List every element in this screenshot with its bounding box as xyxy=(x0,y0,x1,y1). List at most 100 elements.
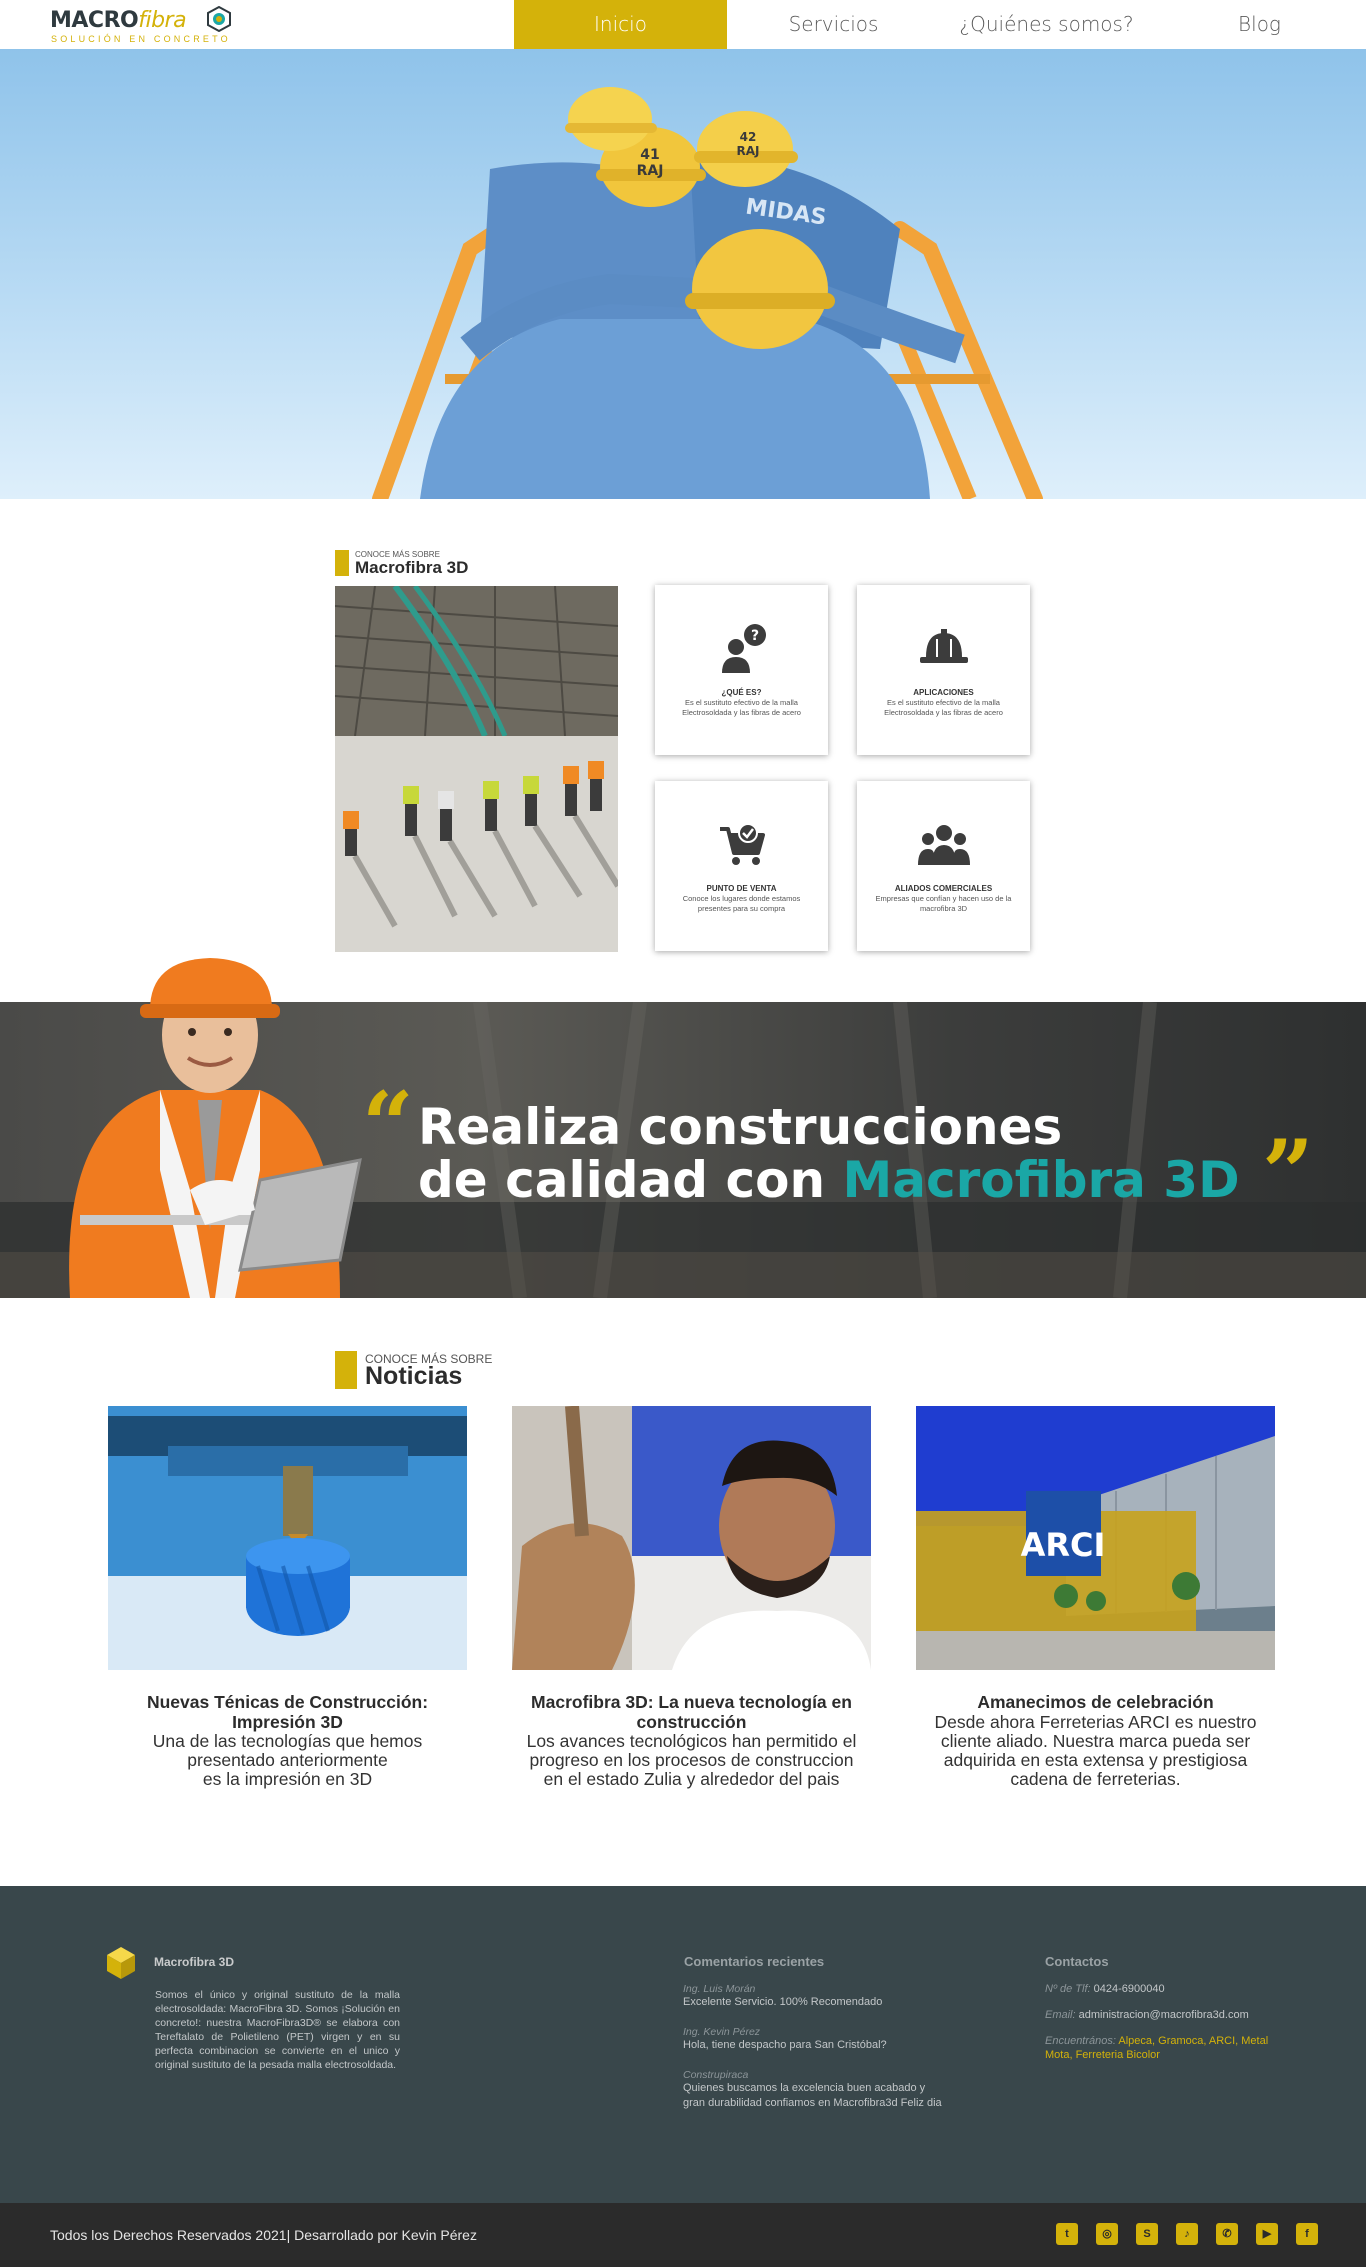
svg-text:41: 41 xyxy=(640,147,659,163)
tiktok-glyph: ♪ xyxy=(1184,2228,1190,2240)
hero-image: 41 RAJ 42 RAJ MIDAS xyxy=(0,49,1366,499)
banner-line-2: de calidad con Macrofibra 3D xyxy=(418,1154,1240,1207)
comment-author: Construpiraca xyxy=(683,2069,749,2081)
about-section-label: CONOCE MÁS SOBRE Macrofibra 3D xyxy=(335,550,535,580)
news-description: Los avances tecnológicos han permitido e… xyxy=(526,1731,857,1789)
logo-main-text: MACRO xyxy=(50,8,139,33)
footer-about-text: Somos el único y original sustituto de l… xyxy=(155,1989,400,2071)
news-image-engineer[interactable] xyxy=(512,1406,871,1670)
hard-hat-icon xyxy=(919,629,968,663)
footer-bottom-bar: Todos los Derechos Reservados 2021| Desa… xyxy=(0,2203,1366,2267)
twitter-glyph: t xyxy=(1065,2228,1069,2240)
facebook-glyph: f xyxy=(1305,2228,1309,2240)
quote-close-mark: ” xyxy=(1262,1120,1314,1226)
banner-line-2-plain: de calidad con xyxy=(418,1151,843,1209)
card-title: APLICACIONES xyxy=(913,688,974,697)
facebook-icon[interactable]: f xyxy=(1296,2223,1318,2245)
comment-text: Excelente Servicio. 100% Recomendado xyxy=(683,1996,883,2008)
shopping-cart-icon xyxy=(719,823,765,865)
find-label: Encuentrános: xyxy=(1045,2035,1116,2047)
banner-line-1: Realiza construcciones xyxy=(418,1098,1063,1156)
about-label-title: Macrofibra 3D xyxy=(355,558,469,577)
contact-phone: Nº de Tlf: 0424-6900040 xyxy=(1045,1982,1270,1996)
comment-item[interactable]: Construpiraca Quienes buscamos la excele… xyxy=(683,2069,948,2111)
email-link[interactable]: administracion@macrofibra3d.com xyxy=(1079,2009,1249,2021)
footer-brand: Macrofibra 3D xyxy=(154,1955,235,1969)
copyright-text: Todos los Derechos Reservados 2021| Desa… xyxy=(50,2227,477,2243)
banner-headline: Realiza construcciones de calidad con Ma… xyxy=(418,1101,1240,1207)
footer-contact-info: Nº de Tlf: 0424-6900040 Email: administr… xyxy=(1045,1982,1270,2074)
main-nav: Inicio Servicios ¿Quiénes somos? Blog xyxy=(514,0,1366,49)
svg-text:ARCI: ARCI xyxy=(1021,1526,1106,1564)
section-accent-bar xyxy=(335,550,349,576)
svg-text:RAJ: RAJ xyxy=(737,144,760,158)
comment-item[interactable]: Ing. Kevin Pérez Hola, tiene despacho pa… xyxy=(683,2026,948,2053)
news-description: Una de las tecnologías que hemos present… xyxy=(152,1731,423,1789)
news-image-arci-store[interactable]: ARCI xyxy=(916,1406,1275,1670)
banner-line-2-accent: Macrofibra 3D xyxy=(842,1151,1240,1209)
logo-tagline: SOLUCIÓN EN CONCRETO xyxy=(51,34,231,44)
card-punto-de-venta[interactable]: PUNTO DE VENTA Conoce los lugares donde … xyxy=(655,781,828,951)
instagram-icon[interactable]: ◎ xyxy=(1096,2223,1118,2245)
tiktok-icon[interactable]: ♪ xyxy=(1176,2223,1198,2245)
nav-inicio[interactable]: Inicio xyxy=(514,0,727,49)
question-person-icon: ? xyxy=(721,624,766,673)
nav-blog[interactable]: Blog xyxy=(1153,0,1366,49)
news-description: Desde ahora Ferreterias ARCI es nuestro … xyxy=(934,1712,1257,1789)
news-label-title: Noticias xyxy=(365,1362,463,1390)
phone-value[interactable]: 0424-6900040 xyxy=(1094,1983,1165,1995)
news-title[interactable]: Macrofibra 3D: La nueva tecnología en co… xyxy=(512,1692,871,1732)
svg-text:?: ? xyxy=(750,628,758,644)
section-accent-bar xyxy=(335,1351,357,1389)
card-aplicaciones[interactable]: APLICACIONES Es el sustituto efectivo de… xyxy=(857,585,1030,755)
youtube-glyph: ▶ xyxy=(1262,2228,1272,2240)
recent-comments-list: Ing. Luis Morán Excelente Servicio. 100%… xyxy=(683,1983,948,2127)
contact-email: Email: administracion@macrofibra3d.com xyxy=(1045,2008,1270,2022)
svg-text:RAJ: RAJ xyxy=(637,163,664,179)
card-aliados-comerciales[interactable]: ALIADOS COMERCIALES Empresas que confían… xyxy=(857,781,1030,951)
logo-cube-icon xyxy=(207,6,231,32)
site-header: MACROfibra SOLUCIÓN EN CONCRETO Inicio S… xyxy=(0,0,1366,49)
footer-contact-heading: Contactos xyxy=(1045,1954,1109,1969)
comment-text: Hola, tiene despacho para San Cristóbal? xyxy=(683,2039,887,2051)
cube-logo-icon xyxy=(107,1947,135,1979)
card-que-es[interactable]: ? ¿QUÉ ES? Es el sustituto efectivo de l… xyxy=(655,585,828,755)
comment-author: Ing. Kevin Pérez xyxy=(683,2026,761,2038)
skype-icon[interactable]: S xyxy=(1136,2223,1158,2245)
footer-comments-heading: Comentarios recientes xyxy=(684,1954,825,1969)
about-construction-photo xyxy=(335,586,618,952)
group-icon xyxy=(917,825,970,865)
comment-author: Ing. Luis Morán xyxy=(683,1983,756,1995)
news-image-3d-printing[interactable] xyxy=(108,1406,467,1670)
card-title: ALIADOS COMERCIALES xyxy=(894,884,993,893)
card-title: PUNTO DE VENTA xyxy=(706,884,777,893)
phone-label: Nº de Tlf: xyxy=(1045,1983,1091,1995)
logo-wordmark: MACROfibra xyxy=(50,8,187,33)
hero-workers-illustration: 41 RAJ 42 RAJ MIDAS xyxy=(372,87,1043,499)
nav-servicios[interactable]: Servicios xyxy=(727,0,940,49)
news-section-label: CONOCE MÁS SOBRE Noticias xyxy=(335,1351,535,1391)
card-description: Es el sustituto efectivo de la malla Ele… xyxy=(682,698,801,717)
twitter-icon[interactable]: t xyxy=(1056,2223,1078,2245)
card-description: Conoce los lugares donde estamos present… xyxy=(682,894,801,913)
news-title[interactable]: Amanecimos de celebración xyxy=(916,1692,1275,1712)
nav-quienes-somos[interactable]: ¿Quiénes somos? xyxy=(940,0,1153,49)
site-footer: Macrofibra 3D Somos el único y original … xyxy=(0,1886,1366,2203)
svg-text:42: 42 xyxy=(740,130,757,144)
card-title: ¿QUÉ ES? xyxy=(721,688,762,697)
comment-item[interactable]: Ing. Luis Morán Excelente Servicio. 100%… xyxy=(683,1983,948,2010)
instagram-glyph: ◎ xyxy=(1102,2228,1112,2240)
email-label: Email: xyxy=(1045,2009,1076,2021)
comment-text: Quienes buscamos la excelencia buen acab… xyxy=(683,2082,942,2109)
site-logo[interactable]: MACROfibra SOLUCIÓN EN CONCRETO xyxy=(50,6,240,46)
logo-accent-text: fibra xyxy=(138,8,187,33)
whatsapp-glyph: ✆ xyxy=(1222,2228,1232,2240)
skype-glyph: S xyxy=(1143,2228,1151,2240)
card-description: Es el sustituto efectivo de la malla Ele… xyxy=(884,698,1003,717)
whatsapp-icon[interactable]: ✆ xyxy=(1216,2223,1238,2245)
contact-find: Encuentrános: Alpeca, Gramoca, ARCI, Met… xyxy=(1045,2034,1270,2062)
card-description: Empresas que confían y hacen uso de la m… xyxy=(875,894,1012,913)
news-title[interactable]: Nuevas Ténicas de Construcción: Impresió… xyxy=(108,1692,467,1732)
youtube-icon[interactable]: ▶ xyxy=(1256,2223,1278,2245)
engineer-illustration xyxy=(69,958,362,1298)
